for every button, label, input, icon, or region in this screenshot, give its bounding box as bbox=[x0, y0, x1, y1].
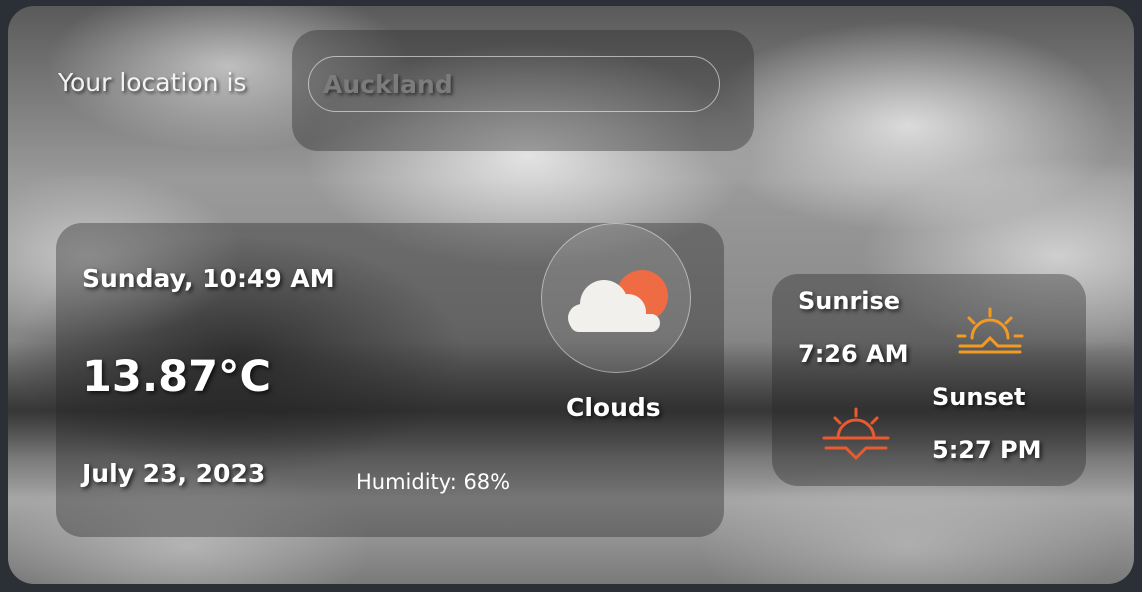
condition-label: Clouds bbox=[566, 393, 661, 422]
humidity: Humidity: 68% bbox=[356, 470, 511, 494]
temperature: 13.87°C bbox=[82, 352, 272, 402]
sunset-icon bbox=[822, 407, 890, 461]
sunrise-label: Sunrise bbox=[798, 287, 901, 315]
location-label: Your location is bbox=[58, 68, 247, 97]
day-time: Sunday, 10:49 AM bbox=[82, 264, 335, 293]
location-input[interactable] bbox=[308, 56, 720, 112]
sunrise-time: 7:26 AM bbox=[798, 340, 909, 368]
sunset-time: 5:27 PM bbox=[932, 436, 1042, 464]
date: July 23, 2023 bbox=[82, 459, 266, 488]
sunrise-icon bbox=[956, 307, 1024, 354]
condition-icon-frame bbox=[541, 223, 691, 373]
clouds-sun-icon bbox=[568, 270, 668, 332]
sunset-label: Sunset bbox=[932, 383, 1026, 411]
